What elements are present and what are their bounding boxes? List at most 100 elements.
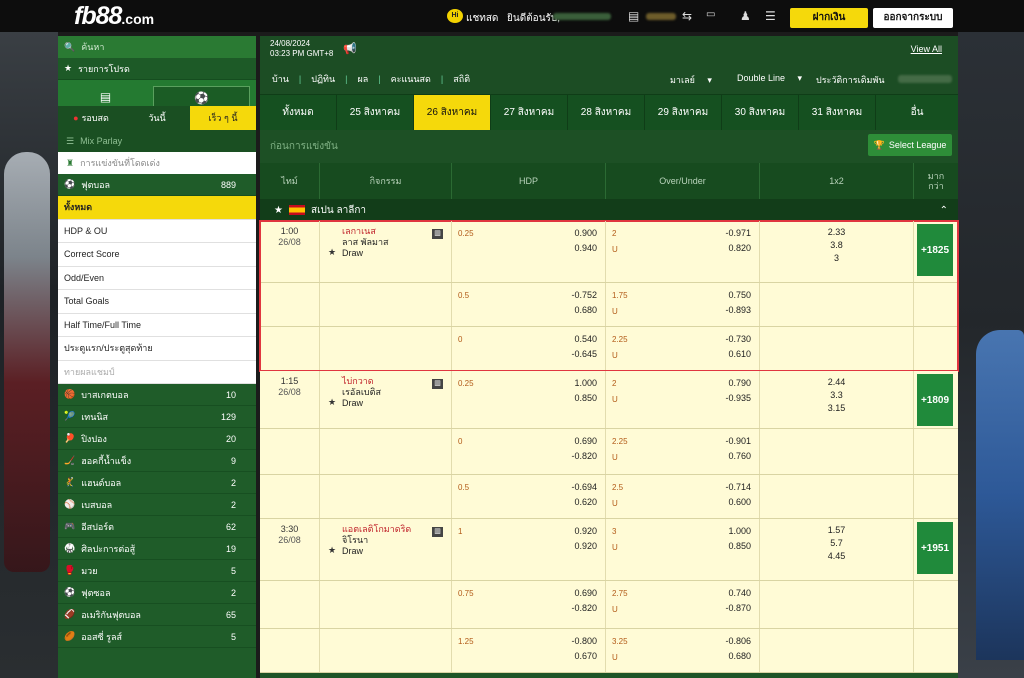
stats-icon[interactable]: ▥: [432, 527, 443, 537]
odds-1[interactable]: 2.44: [760, 376, 913, 389]
wallet-icon[interactable]: ▤: [628, 9, 639, 23]
sidebar-item-sport[interactable]: 🥊 มวย 5: [58, 560, 256, 582]
over-odds[interactable]: -0.730: [612, 332, 753, 347]
sub-all[interactable]: ทั้งหมด: [58, 196, 256, 220]
over-odds[interactable]: 0.740: [612, 586, 753, 601]
nav-home[interactable]: บ้าน: [272, 72, 289, 86]
star-icon[interactable]: ★: [274, 205, 283, 216]
more-markets-button[interactable]: +1809: [917, 374, 953, 426]
chat-icon[interactable]: Hi: [447, 9, 463, 23]
odds-x[interactable]: 3: [760, 252, 913, 265]
tab-live[interactable]: ● รอบสด: [58, 106, 124, 130]
menu-list-icon[interactable]: ☰: [765, 9, 776, 23]
date-tab-all[interactable]: ทั้งหมด: [260, 95, 337, 130]
sidebar-item-sport[interactable]: 🏒 ฮอคกี้น้ำแข็ง 9: [58, 450, 256, 472]
under-odds[interactable]: 0.820: [612, 241, 753, 256]
date-tab-28[interactable]: 28 สิงหาคม: [568, 95, 645, 130]
hdp-home-odds[interactable]: -0.694: [458, 480, 599, 495]
account-icon[interactable]: ♟: [740, 9, 751, 23]
sub-hdp-ou[interactable]: HDP & OU: [58, 219, 256, 243]
nav-stats[interactable]: สถิติ: [453, 72, 470, 86]
star-icon[interactable]: ★: [328, 545, 336, 556]
nav-calendar[interactable]: ปฏิทิน: [311, 72, 335, 86]
hdp-away-odds[interactable]: 0.620: [458, 495, 599, 510]
nav-results[interactable]: ผล: [357, 72, 368, 86]
over-odds[interactable]: 0.790: [612, 376, 753, 391]
odds-type-dropdown[interactable]: มาเลย์ ▾: [670, 73, 712, 87]
chevron-up-icon[interactable]: ⌃: [940, 205, 948, 216]
more-markets-button[interactable]: +1825: [917, 224, 953, 276]
nav-live-score[interactable]: คะแนนสด: [391, 72, 431, 86]
date-tab-other[interactable]: อื่น: [876, 95, 958, 130]
stats-icon[interactable]: ▥: [432, 379, 443, 389]
live-chat-link[interactable]: แชทสด: [466, 11, 498, 26]
select-league-button[interactable]: 🏆 Select League: [868, 134, 952, 156]
promo-icon[interactable]: ▭: [706, 9, 715, 20]
sidebar-item-sport[interactable]: 🏀 บาสเกตบอล 10: [58, 384, 256, 406]
under-odds[interactable]: -0.870: [612, 601, 753, 616]
tab-today[interactable]: วันนี้: [124, 106, 190, 130]
sub-odd-even[interactable]: Odd/Even: [58, 266, 256, 290]
odds-2[interactable]: 3.3: [760, 389, 913, 402]
hdp-away-odds[interactable]: 0.670: [458, 649, 599, 664]
odds-x[interactable]: 4.45: [760, 550, 913, 563]
odds-2[interactable]: 5.7: [760, 537, 913, 550]
under-odds[interactable]: -0.935: [612, 391, 753, 406]
hdp-home-odds[interactable]: 0.690: [458, 586, 599, 601]
under-odds[interactable]: 0.850: [612, 539, 753, 554]
under-odds[interactable]: 0.680: [612, 649, 753, 664]
sub-first-last-goal[interactable]: ประตูแรก/ประตูสุดท้าย: [58, 337, 256, 361]
under-odds[interactable]: 0.610: [612, 347, 753, 362]
sidebar-item-sport[interactable]: 🎾 เทนนิส 129: [58, 406, 256, 428]
hdp-away-odds[interactable]: 0.680: [458, 303, 599, 318]
over-odds[interactable]: -0.714: [612, 480, 753, 495]
more-markets-button[interactable]: +1951: [917, 522, 953, 574]
transfer-icon[interactable]: ⇆: [682, 9, 692, 23]
hdp-home-odds[interactable]: -0.800: [458, 634, 599, 649]
odds-1[interactable]: 2.33: [760, 226, 913, 239]
sidebar-item-sport[interactable]: 🎮 อีสปอร์ต 62: [58, 516, 256, 538]
announcement-icon[interactable]: 📢: [343, 42, 357, 55]
line-type-dropdown[interactable]: Double Line ▾: [737, 73, 802, 84]
sub-ht-ft[interactable]: Half Time/Full Time: [58, 313, 256, 337]
under-odds[interactable]: -0.893: [612, 303, 753, 318]
sidebar-item-sport[interactable]: 🥋 ศิลปะการต่อสู้ 19: [58, 538, 256, 560]
date-tab-29[interactable]: 29 สิงหาคม: [645, 95, 722, 130]
hdp-home-odds[interactable]: 0.900: [458, 226, 599, 241]
tab-early[interactable]: เร็ว ๆ นี้: [190, 106, 256, 130]
sub-correct-score[interactable]: Correct Score: [58, 243, 256, 267]
sidebar-search[interactable]: 🔍 ค้นหา: [58, 36, 256, 58]
stats-icon[interactable]: ▥: [432, 229, 443, 239]
star-icon[interactable]: ★: [328, 247, 336, 258]
over-odds[interactable]: -0.901: [612, 434, 753, 449]
logo[interactable]: fb88.com: [74, 2, 154, 31]
hdp-home-odds[interactable]: 1.000: [458, 376, 599, 391]
hdp-away-odds[interactable]: 0.920: [458, 539, 599, 554]
deposit-button[interactable]: ฝากเงิน: [790, 8, 868, 28]
sidebar-item-sport[interactable]: 🤾 แฮนด์บอล 2: [58, 472, 256, 494]
sidebar-item-sport[interactable]: ⚽ ฟุตซอล 2: [58, 582, 256, 604]
hdp-home-odds[interactable]: 0.540: [458, 332, 599, 347]
hdp-away-odds[interactable]: -0.645: [458, 347, 599, 362]
date-tab-31[interactable]: 31 สิงหาคม: [799, 95, 876, 130]
sidebar-item-sport[interactable]: 🏓 ปิงปอง 20: [58, 428, 256, 450]
sidebar-item-sport[interactable]: 🏈 อเมริกันฟุตบอล 65: [58, 604, 256, 626]
hdp-away-odds[interactable]: 0.850: [458, 391, 599, 406]
under-odds[interactable]: 0.600: [612, 495, 753, 510]
favorites-item[interactable]: ★ รายการโปรด: [58, 58, 256, 80]
logout-button[interactable]: ออกจากระบบ: [873, 8, 953, 28]
date-tab-30[interactable]: 30 สิงหาคม: [722, 95, 799, 130]
view-all-link[interactable]: View All: [911, 44, 942, 54]
hdp-home-odds[interactable]: 0.690: [458, 434, 599, 449]
star-icon[interactable]: ★: [328, 397, 336, 408]
over-odds[interactable]: -0.971: [612, 226, 753, 241]
over-odds[interactable]: -0.806: [612, 634, 753, 649]
bet-history-link[interactable]: ประวัติการเดิมพัน: [816, 73, 885, 87]
sidebar-item-football[interactable]: ⚽ ฟุตบอล 889: [58, 174, 256, 196]
sidebar-item-sport[interactable]: ⚾ เบสบอล 2: [58, 494, 256, 516]
over-odds[interactable]: 0.750: [612, 288, 753, 303]
date-tab-27[interactable]: 27 สิงหาคม: [491, 95, 568, 130]
sidebar-item-sport[interactable]: 🏉 ออสซี่ รูลส์ 5: [58, 626, 256, 648]
odds-1[interactable]: 1.57: [760, 524, 913, 537]
odds-2[interactable]: 3.8: [760, 239, 913, 252]
